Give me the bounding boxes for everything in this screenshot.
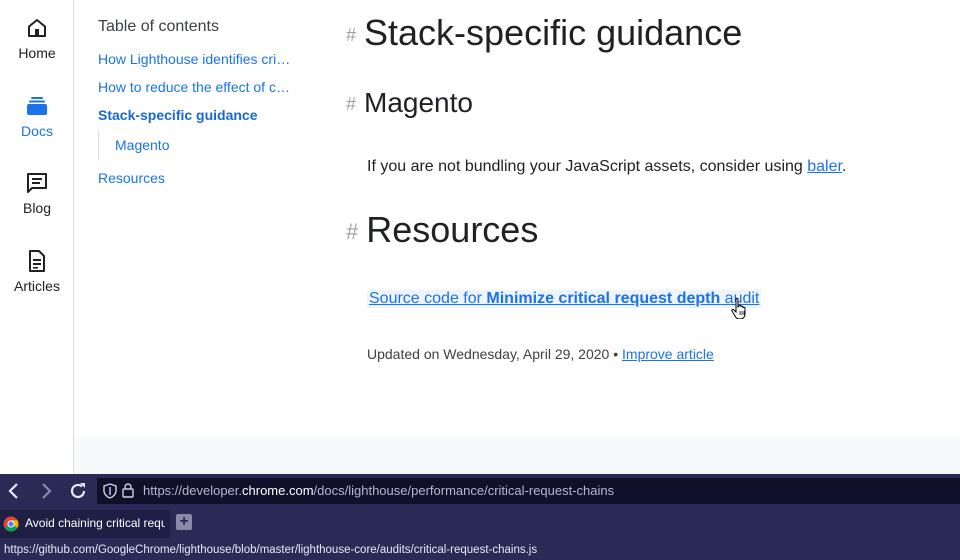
paragraph-end: . bbox=[841, 158, 847, 175]
forward-icon[interactable] bbox=[36, 481, 56, 501]
updated-text: Updated on Wednesday, April 29, 2020 • bbox=[367, 346, 623, 362]
main-content: # Stack-specific guidance # Magento If you… bbox=[0, 0, 960, 474]
source-link-bold: Minimize critical request depth bbox=[486, 290, 721, 307]
section-heading-resources: # Resources bbox=[346, 209, 538, 251]
shield-icon[interactable] bbox=[103, 483, 117, 499]
table-of-contents: Table of contents How Lighthouse identif… bbox=[98, 18, 308, 186]
improve-article-link[interactable]: Improve article bbox=[622, 346, 714, 362]
section-heading-magento: # Magento bbox=[346, 87, 473, 119]
address-bar[interactable]: https://developer.chrome.com/docs/lighth… bbox=[97, 478, 960, 504]
source-link-prefix: Source code for bbox=[369, 290, 487, 307]
reload-icon[interactable] bbox=[68, 481, 88, 501]
status-url: https://github.com/GoogleChrome/lighthou… bbox=[4, 544, 538, 556]
anchor-hash[interactable]: # bbox=[346, 25, 356, 45]
new-tab-button[interactable]: + bbox=[176, 514, 192, 530]
paragraph-text: If you are not bundling your JavaScript … bbox=[367, 158, 808, 175]
toc-title: Table of contents bbox=[98, 18, 219, 35]
anchor-hash[interactable]: # bbox=[346, 219, 358, 244]
browser-tabbar: Avoid chaining critical requests + bbox=[0, 508, 960, 540]
section-heading-text: Resources bbox=[366, 209, 539, 250]
source-code-link[interactable]: Source code for Minimize critical reques… bbox=[369, 290, 759, 307]
url-domain: chrome.com bbox=[242, 483, 314, 498]
url-prefix: https://developer. bbox=[143, 483, 243, 498]
toc-item-active[interactable]: Stack-specific guidance bbox=[98, 107, 258, 123]
updated-line: Updated on Wednesday, April 29, 2020 • I… bbox=[367, 346, 714, 362]
lock-icon[interactable] bbox=[122, 483, 134, 498]
browser-toolbar: https://developer.chrome.com/docs/lighth… bbox=[0, 474, 960, 508]
page-title: # Stack-specific guidance bbox=[346, 12, 742, 54]
hand-cursor-icon bbox=[731, 297, 746, 319]
toc-item[interactable]: How to reduce the effect of critical req… bbox=[98, 79, 294, 95]
footer-band bbox=[74, 436, 960, 474]
source-code-paragraph: Source code for Minimize critical reques… bbox=[367, 290, 762, 308]
toc-subsection: Magento bbox=[98, 130, 169, 160]
magento-paragraph: If you are not bundling your JavaScript … bbox=[367, 158, 846, 176]
url-path: /docs/lighthouse/performance/critical-re… bbox=[313, 483, 615, 498]
tab-title: Avoid chaining critical requests bbox=[25, 516, 165, 530]
toc-item[interactable]: How Lighthouse identifies critical reque… bbox=[98, 51, 294, 67]
status-bar: https://github.com/GoogleChrome/lighthou… bbox=[0, 540, 960, 560]
page-title-text: Stack-specific guidance bbox=[364, 12, 743, 53]
browser-tab[interactable]: Avoid chaining critical requests bbox=[0, 510, 170, 538]
url-text: https://developer.chrome.com/docs/lighth… bbox=[143, 483, 614, 498]
toc-item[interactable]: Magento bbox=[115, 130, 169, 160]
baler-link[interactable]: baler bbox=[807, 158, 842, 175]
toc-item[interactable]: Resources bbox=[98, 170, 165, 186]
chrome-favicon-icon bbox=[3, 516, 19, 532]
anchor-hash[interactable]: # bbox=[346, 94, 356, 114]
back-icon[interactable] bbox=[4, 481, 24, 501]
section-heading-text: Magento bbox=[364, 87, 473, 118]
